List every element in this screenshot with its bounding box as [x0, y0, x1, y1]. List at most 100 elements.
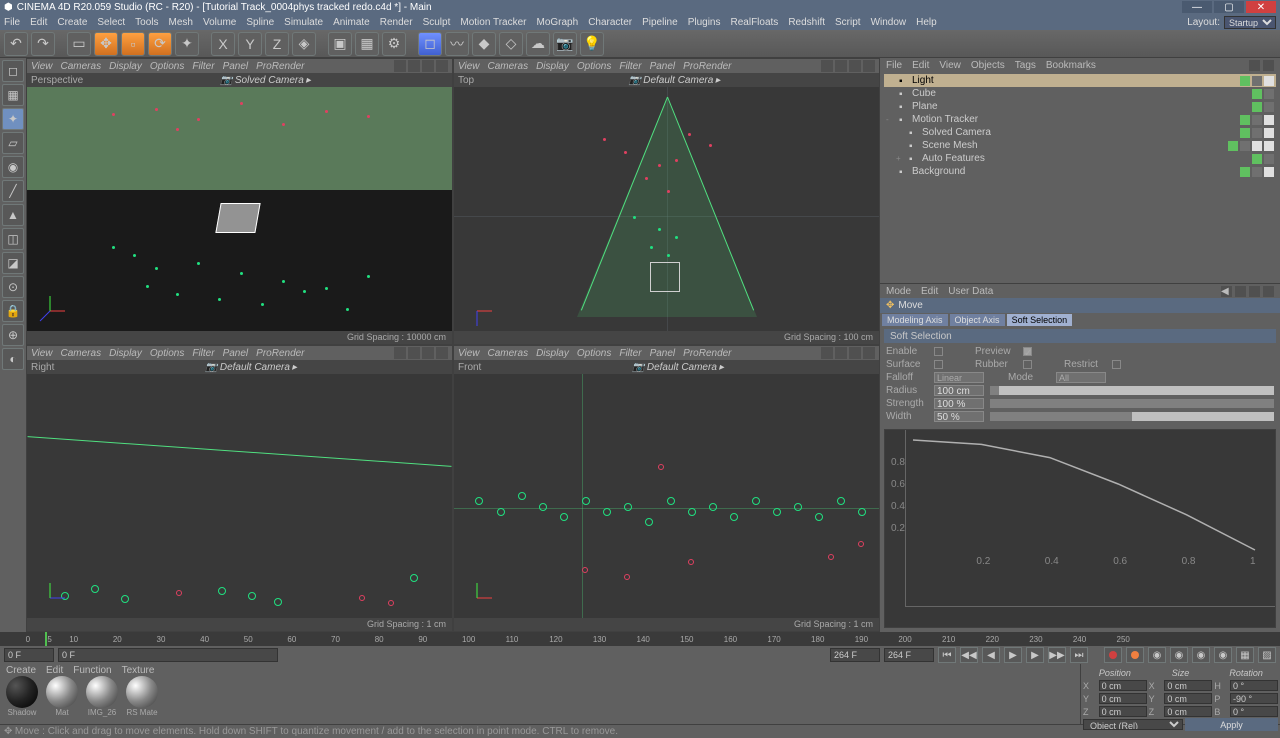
- vp-menu-prorender[interactable]: ProRender: [256, 348, 304, 359]
- layout-dropdown[interactable]: Startup: [1224, 16, 1276, 29]
- menu-help[interactable]: Help: [916, 17, 937, 28]
- om-menu-tags[interactable]: Tags: [1015, 60, 1036, 71]
- y-lock[interactable]: Y: [238, 32, 262, 56]
- object-mode[interactable]: ▦: [2, 84, 24, 106]
- vp-menu-cameras[interactable]: Cameras: [488, 348, 529, 359]
- strength-slider[interactable]: [990, 399, 1274, 408]
- vp-nav-icon[interactable]: [408, 60, 420, 72]
- material-mat[interactable]: Mat: [44, 676, 80, 724]
- key-opt-button[interactable]: ▨: [1258, 647, 1276, 663]
- material-img_26[interactable]: IMG_26: [84, 676, 120, 724]
- minimize-button[interactable]: —: [1182, 1, 1212, 13]
- goto-end-button[interactable]: ⏭: [1070, 647, 1088, 663]
- menu-spline[interactable]: Spline: [246, 17, 274, 28]
- rot-p[interactable]: [1230, 693, 1278, 704]
- polygon-mode[interactable]: ▲: [2, 204, 24, 226]
- vp-menu-display[interactable]: Display: [536, 61, 569, 72]
- menu-mograph[interactable]: MoGraph: [537, 17, 579, 28]
- vp-nav-icon[interactable]: [436, 347, 448, 359]
- vp-menu-display[interactable]: Display: [536, 348, 569, 359]
- menu-plugins[interactable]: Plugins: [688, 17, 721, 28]
- rot-h[interactable]: [1230, 680, 1278, 691]
- attr-back-icon[interactable]: ◀: [1221, 286, 1232, 297]
- vp-nav-icon[interactable]: [394, 60, 406, 72]
- cube-object[interactable]: [216, 203, 261, 233]
- vp-menu-view[interactable]: View: [458, 61, 480, 72]
- viewport-top[interactable]: View Cameras Display Options Filter Pane…: [453, 58, 880, 345]
- workplane-mode[interactable]: ▱: [2, 132, 24, 154]
- prev-key-button[interactable]: ◀◀: [960, 647, 978, 663]
- tree-item-motion-tracker[interactable]: -▪Motion Tracker: [884, 113, 1276, 126]
- vp-menu-options[interactable]: Options: [577, 348, 611, 359]
- camera-name[interactable]: Default Camera: [220, 362, 290, 373]
- menu-character[interactable]: Character: [588, 17, 632, 28]
- frame-range-end-field[interactable]: [884, 648, 934, 662]
- preview-checkbox[interactable]: ✓: [1023, 347, 1032, 356]
- tab-object-axis[interactable]: Object Axis: [950, 314, 1005, 326]
- om-menu-objects[interactable]: Objects: [971, 60, 1005, 71]
- coord-system[interactable]: ◈: [292, 32, 316, 56]
- soft-select[interactable]: ◐: [2, 348, 24, 370]
- menu-animate[interactable]: Animate: [333, 17, 370, 28]
- viewport-front[interactable]: View Cameras Display Options Filter Pane…: [453, 345, 880, 632]
- size-z[interactable]: [1164, 706, 1212, 717]
- pos-x[interactable]: [1099, 680, 1147, 691]
- menu-pipeline[interactable]: Pipeline: [642, 17, 678, 28]
- vp-menu-panel[interactable]: Panel: [223, 61, 249, 72]
- om-menu-file[interactable]: File: [886, 60, 902, 71]
- timeline-ruler[interactable]: 0510203040506070809010011012013014015016…: [0, 632, 1280, 646]
- frame-current-field[interactable]: [58, 648, 278, 662]
- vp-nav-icon[interactable]: [821, 347, 833, 359]
- next-key-button[interactable]: ▶▶: [1048, 647, 1066, 663]
- rotate-tool[interactable]: ⟳: [148, 32, 172, 56]
- vp-nav-icon[interactable]: [408, 347, 420, 359]
- object-tree[interactable]: ▪Light▪Cube▪Plane-▪Motion Tracker▪Solved…: [880, 72, 1280, 283]
- prev-frame-button[interactable]: ◀: [982, 647, 1000, 663]
- move-tool[interactable]: ✥: [94, 32, 118, 56]
- record-button[interactable]: [1104, 647, 1122, 663]
- camera-name[interactable]: Default Camera: [643, 75, 713, 86]
- vp-nav-icon[interactable]: [436, 60, 448, 72]
- vp-menu-prorender[interactable]: ProRender: [256, 61, 304, 72]
- tab-modeling-axis[interactable]: Modeling Axis: [882, 314, 948, 326]
- scale-tool[interactable]: ▫: [121, 32, 145, 56]
- vp-nav-icon[interactable]: [849, 347, 861, 359]
- edge-mode[interactable]: ╱: [2, 180, 24, 202]
- attr-menu-userdata[interactable]: User Data: [948, 286, 993, 297]
- menu-mesh[interactable]: Mesh: [169, 17, 193, 28]
- render-view[interactable]: ▣: [328, 32, 352, 56]
- width-slider[interactable]: [990, 412, 1274, 421]
- point-mode[interactable]: ◉: [2, 156, 24, 178]
- z-lock[interactable]: Z: [265, 32, 289, 56]
- material-shadow[interactable]: Shadow: [4, 676, 40, 724]
- uv-poly-mode[interactable]: ◪: [2, 252, 24, 274]
- vp-menu-prorender[interactable]: ProRender: [683, 61, 731, 72]
- render-region[interactable]: ▦: [355, 32, 379, 56]
- size-y[interactable]: [1164, 693, 1212, 704]
- vp-menu-display[interactable]: Display: [109, 348, 142, 359]
- menu-redshift[interactable]: Redshift: [788, 17, 825, 28]
- om-icon[interactable]: [1249, 60, 1260, 71]
- radius-slider[interactable]: [990, 386, 1274, 395]
- add-light[interactable]: 💡: [580, 32, 604, 56]
- tree-item-plane[interactable]: ▪Plane: [884, 100, 1276, 113]
- rot-b[interactable]: [1230, 706, 1278, 717]
- menu-script[interactable]: Script: [835, 17, 861, 28]
- menu-window[interactable]: Window: [871, 17, 907, 28]
- add-cube[interactable]: ◻: [418, 32, 442, 56]
- attr-icon[interactable]: [1249, 286, 1260, 297]
- vp-nav-icon[interactable]: [394, 347, 406, 359]
- vp-nav-icon[interactable]: [849, 60, 861, 72]
- coords-mode-dropdown[interactable]: Object (Rel): [1083, 719, 1183, 730]
- vp-menu-panel[interactable]: Panel: [650, 61, 676, 72]
- width-field[interactable]: 50 %: [934, 411, 984, 422]
- mat-menu-function[interactable]: Function: [73, 665, 111, 676]
- play-button[interactable]: ▶: [1004, 647, 1022, 663]
- menu-volume[interactable]: Volume: [203, 17, 236, 28]
- model-mode[interactable]: ◻: [2, 60, 24, 82]
- vp-menu-view[interactable]: View: [31, 61, 53, 72]
- menu-create[interactable]: Create: [57, 17, 87, 28]
- tree-item-auto-features[interactable]: +▪Auto Features: [884, 152, 1276, 165]
- material-rs mate[interactable]: RS Mate: [124, 676, 160, 724]
- attr-menu-edit[interactable]: Edit: [921, 286, 938, 297]
